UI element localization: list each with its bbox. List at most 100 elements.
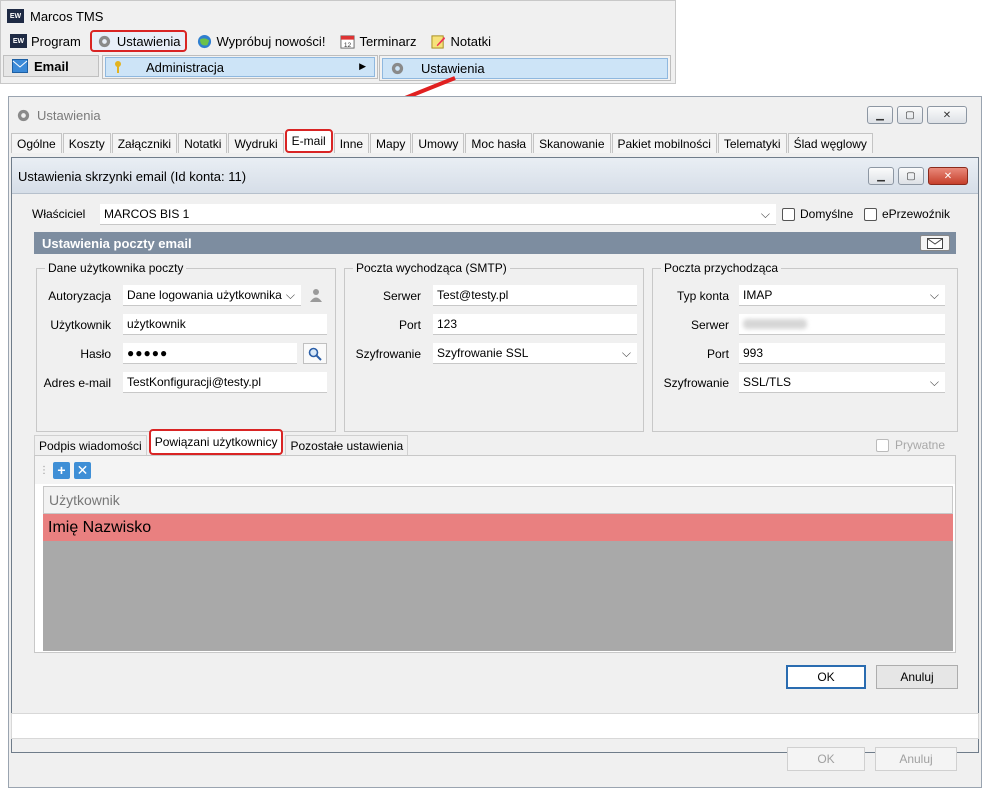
tab-8[interactable]: Umowy — [412, 133, 465, 153]
grip-icon: ⋮ — [39, 464, 49, 476]
incoming-port-field[interactable]: 993 — [739, 343, 945, 364]
tab-10[interactable]: Skanowanie — [533, 133, 611, 153]
tab-2[interactable]: Załączniki — [111, 133, 178, 153]
smtp-port-field[interactable]: 123 — [433, 314, 637, 335]
grid-column-header[interactable]: Użytkownik — [43, 486, 953, 514]
carrier-checkbox[interactable]: ePrzewoźnik — [864, 207, 950, 221]
table-row[interactable]: Imię Nazwisko — [43, 514, 953, 541]
settings-tabs: Ogólne Koszty Załączniki Notatki Wydruki E-ma… — [11, 129, 874, 153]
default-checkbox[interactable]: Domyślne — [782, 207, 853, 221]
password-field[interactable]: ●●●●● — [123, 343, 297, 364]
menu-notatki[interactable]: Notatki — [426, 30, 496, 52]
private-label: Prywatne — [895, 438, 946, 452]
tab-7[interactable]: Mapy — [370, 133, 412, 153]
tab-3[interactable]: Notatki — [178, 133, 228, 153]
app-titlebar: EW Marcos TMS — [7, 7, 103, 25]
show-password-button[interactable] — [303, 343, 327, 364]
default-checkbox-box[interactable] — [782, 207, 795, 221]
subtab-linked-users[interactable]: Powiązani użytkownicy — [148, 429, 284, 455]
tab-label: Pakiet mobilności — [617, 136, 711, 151]
smtp-server-field[interactable]: Test@testy.pl — [433, 285, 637, 306]
smtp-server-value: Test@testy.pl — [437, 288, 509, 302]
incoming-port-value: 993 — [743, 346, 764, 360]
minimize-button[interactable]: ▁ — [867, 106, 893, 124]
tab-11[interactable]: Pakiet mobilności — [611, 133, 717, 153]
tab-4[interactable]: Wydruki — [228, 133, 284, 153]
incoming-enc-value: SSL/TLS — [743, 375, 792, 389]
add-icon[interactable]: + — [53, 461, 70, 479]
dialog-close-button[interactable]: ✕ — [928, 167, 968, 185]
subtab-other-settings-label: Pozostałe ustawienia — [290, 438, 404, 453]
dialog-minimize-button[interactable]: ▁ — [868, 167, 894, 185]
tab-0[interactable]: Ogólne — [11, 133, 62, 153]
subtab-other-settings[interactable]: Pozostałe ustawienia — [285, 435, 409, 455]
user-field[interactable]: użytkownik — [123, 314, 327, 335]
private-checkbox-box[interactable] — [876, 438, 889, 452]
smtp-enc-label: Szyfrowanie — [355, 347, 421, 361]
menu-program[interactable]: EW Program — [5, 30, 86, 52]
user-label: Użytkownik — [50, 318, 111, 332]
dialog-cancel-label: Anuluj — [900, 670, 934, 684]
incoming-enc-label: Szyfrowanie — [663, 376, 729, 390]
chevron-down-icon: ⌵ — [621, 346, 631, 360]
incoming-title: Poczta przychodząca — [661, 261, 782, 275]
tab-label: Notatki — [184, 136, 222, 151]
tab-13[interactable]: Ślad węglowy — [787, 133, 873, 153]
email-value: TestKonfiguracji@testy.pl — [127, 375, 262, 389]
subtabs: Podpis wiadomości Powiązani użytkownicy … — [34, 429, 410, 455]
password-label: Hasło — [80, 347, 111, 361]
menu-ustawienia[interactable]: Ustawienia — [89, 30, 188, 52]
private-checkbox[interactable]: Prywatne — [876, 438, 945, 452]
owner-select[interactable]: MARCOS BIS 1 ⌵ — [100, 204, 776, 225]
table-cell-user: Imię Nazwisko — [48, 518, 152, 536]
incoming-server-field[interactable] — [739, 314, 945, 335]
tab-1[interactable]: Koszty — [62, 133, 111, 153]
tab-5[interactable]: E-mail — [284, 129, 333, 153]
tab-12[interactable]: Telematyki — [717, 133, 787, 153]
settings-titlebar: Ustawienia — [15, 107, 101, 123]
section-title: Ustawienia poczty email — [42, 235, 192, 251]
grid-toolbar: ⋮ + ✕ — [35, 456, 955, 484]
linked-users-grid: ⋮ + ✕ Użytkownik Imię Nazwisko — [34, 455, 956, 653]
window-ok-button[interactable]: OK — [787, 747, 865, 771]
app-logo: EW — [7, 9, 24, 23]
smtp-enc-select[interactable]: Szyfrowanie SSL ⌵ — [433, 343, 637, 364]
user-icon[interactable] — [309, 287, 323, 306]
remove-icon[interactable]: ✕ — [74, 461, 91, 479]
note-icon — [431, 33, 447, 49]
close-button[interactable]: ✕ — [927, 106, 967, 124]
email-field[interactable]: TestKonfiguracji@testy.pl — [123, 372, 327, 393]
subtab-signature-label: Podpis wiadomości — [39, 438, 142, 453]
nav-email[interactable]: Email — [3, 55, 99, 77]
incoming-group: Poczta przychodząca Typ konta IMAP ⌵ Ser… — [652, 261, 958, 432]
dialog-maximize-button[interactable]: ▢ — [898, 167, 924, 185]
grid-column-label: Użytkownik — [49, 492, 120, 508]
dialog-ok-button[interactable]: OK — [786, 665, 866, 689]
window-cancel-button[interactable]: Anuluj — [875, 747, 957, 771]
incoming-enc-select[interactable]: SSL/TLS ⌵ — [739, 372, 945, 393]
auth-select[interactable]: Dane logowania użytkownika ⌵ — [123, 285, 301, 306]
gear-icon — [97, 33, 113, 49]
tab-label: Skanowanie — [539, 136, 605, 151]
account-type-select[interactable]: IMAP ⌵ — [739, 285, 945, 306]
owner-label: Właściciel — [32, 207, 86, 221]
menu-terminarz-label: Terminarz — [359, 33, 417, 49]
calendar-icon: 12 — [339, 33, 355, 49]
maximize-button[interactable]: ▢ — [897, 106, 923, 124]
tab-label: Załączniki — [117, 136, 172, 151]
subtab-signature[interactable]: Podpis wiadomości — [34, 435, 147, 455]
tab-label: Mapy — [376, 136, 406, 151]
grid-empty-area — [43, 541, 953, 651]
send-test-mail-button[interactable] — [920, 235, 950, 251]
dialog-cancel-button[interactable]: Anuluj — [876, 665, 958, 689]
carrier-checkbox-box[interactable] — [864, 207, 877, 221]
menu-wyprobuj[interactable]: Wypróbuj nowości! — [191, 30, 330, 52]
tab-9[interactable]: Moc hasła — [465, 133, 533, 153]
tab-label: Koszty — [68, 136, 105, 151]
user-data-title: Dane użytkownika poczty — [45, 261, 187, 275]
tab-6[interactable]: Inne — [333, 133, 370, 153]
status-strip — [11, 713, 979, 739]
chevron-down-icon: ⌵ — [929, 288, 939, 302]
account-type-label: Typ konta — [676, 289, 729, 303]
menu-terminarz[interactable]: 12 Terminarz — [334, 30, 421, 52]
